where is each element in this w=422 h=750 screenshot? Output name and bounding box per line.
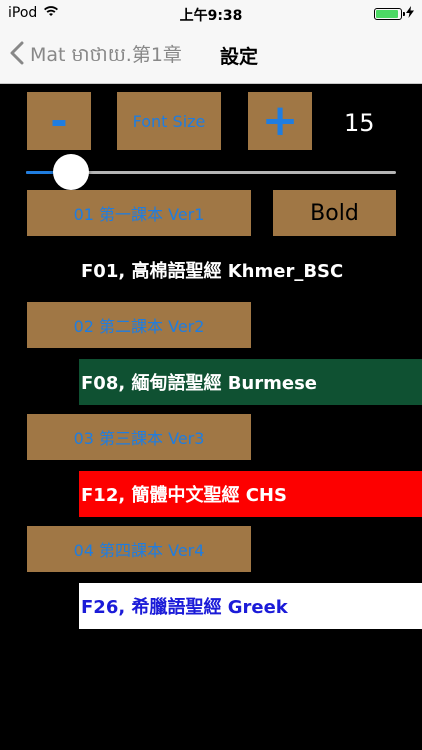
font-size-slider[interactable] [26, 154, 396, 190]
version-2-button[interactable]: 02 第二課本 Ver2 [27, 302, 251, 348]
version-3-button[interactable]: 03 第三課本 Ver3 [27, 414, 251, 460]
decrease-font-button[interactable]: - [27, 92, 91, 150]
version-1-row[interactable]: F01, 高棉語聖經 Khmer_BSC [79, 247, 422, 293]
app-root: iPod 上午9:38 Mat មាថាយ.第1章 設定 - Font Size… [0, 0, 422, 750]
battery-icon [374, 8, 405, 20]
font-size-button[interactable]: Font Size [117, 92, 221, 150]
version-1-button[interactable]: 01 第一課本 Ver1 [27, 190, 251, 236]
font-size-value: 15 [344, 109, 375, 137]
status-bar: iPod 上午9:38 [0, 0, 422, 28]
version-4-row[interactable]: F26, 希臘語聖經 Greek [79, 583, 422, 629]
bold-button[interactable]: Bold [273, 190, 396, 236]
page-title: 設定 [220, 46, 259, 68]
charging-bolt-icon [406, 6, 414, 22]
status-right [374, 6, 414, 22]
increase-font-button[interactable]: + [248, 92, 312, 150]
slider-thumb[interactable] [53, 154, 89, 190]
status-time: 上午9:38 [179, 8, 243, 24]
version-3-row[interactable]: F12, 簡體中文聖經 CHS [79, 471, 422, 517]
navigation-bar: Mat មាថាយ.第1章 設定 [0, 28, 422, 84]
back-button[interactable]: Mat មាថាយ.第1章 [10, 40, 182, 71]
back-button-label: Mat មាថាយ.第1章 [30, 44, 182, 66]
version-2-row[interactable]: F08, 緬甸語聖經 Burmese [79, 359, 422, 405]
version-4-button[interactable]: 04 第四課本 Ver4 [27, 526, 251, 572]
chevron-left-icon [10, 41, 24, 70]
